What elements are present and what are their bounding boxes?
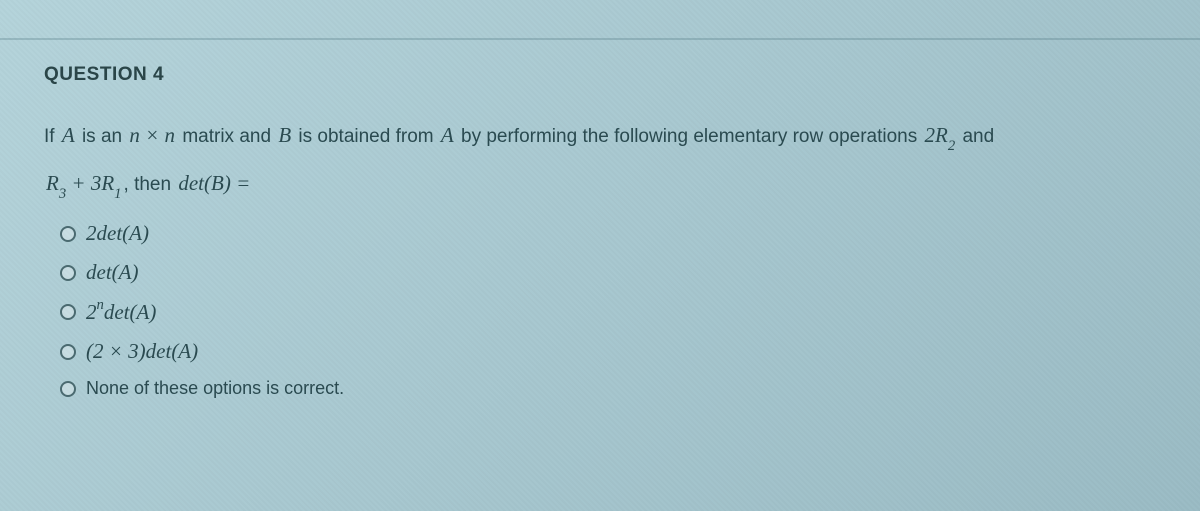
op1-sub: 2	[948, 138, 955, 154]
option-3-label: 2ndet(A)	[86, 299, 156, 325]
text-p4: is obtained from	[293, 126, 439, 147]
opt3-sup: n	[97, 297, 104, 313]
op2a-sub: 3	[59, 186, 66, 202]
opt3-pre: 2	[86, 300, 97, 324]
radio-icon[interactable]	[60, 344, 76, 360]
text-p7: , then	[124, 174, 177, 195]
det-expr: det(B) =	[176, 171, 252, 195]
radio-icon[interactable]	[60, 381, 76, 397]
symbol-A: A	[60, 123, 77, 147]
option-3[interactable]: 2ndet(A)	[60, 299, 1156, 325]
symbol-A2: A	[439, 123, 456, 147]
symbol-nxn: n × n	[127, 123, 177, 147]
symbol-B: B	[276, 123, 293, 147]
opt3-post: det(A)	[104, 300, 156, 324]
op2-mid: + 3R	[66, 171, 114, 195]
text-p6: and	[957, 126, 994, 147]
options-group: 2det(A) det(A) 2ndet(A) (2 × 3)det(A) No…	[60, 221, 1156, 399]
option-1[interactable]: 2det(A)	[60, 221, 1156, 246]
radio-icon[interactable]	[60, 304, 76, 320]
option-4[interactable]: (2 × 3)det(A)	[60, 339, 1156, 364]
op2a: R	[46, 171, 59, 195]
option-5-label: None of these options is correct.	[86, 378, 344, 399]
radio-icon[interactable]	[60, 265, 76, 281]
question-card: QUESTION 4 If A is an n × n matrix and B…	[20, 46, 1180, 437]
text-p2: is an	[77, 126, 128, 147]
op2: R3 + 3R1	[44, 171, 124, 195]
top-divider	[0, 38, 1200, 40]
text-p1: If	[44, 126, 60, 147]
option-2-label: det(A)	[86, 260, 138, 285]
op1-base: 2R	[925, 123, 948, 147]
radio-icon[interactable]	[60, 226, 76, 242]
op2b-sub: 1	[114, 186, 121, 202]
option-2[interactable]: det(A)	[60, 260, 1156, 285]
question-body: If A is an n × n matrix and B is obtaine…	[44, 112, 1156, 207]
question-title: QUESTION 4	[44, 64, 1156, 86]
text-p5: by performing the following elementary r…	[456, 126, 923, 147]
text-p3: matrix and	[177, 126, 276, 147]
option-4-label: (2 × 3)det(A)	[86, 339, 198, 364]
option-5[interactable]: None of these options is correct.	[60, 378, 1156, 399]
op1: 2R2	[923, 123, 958, 147]
option-1-label: 2det(A)	[86, 221, 149, 246]
